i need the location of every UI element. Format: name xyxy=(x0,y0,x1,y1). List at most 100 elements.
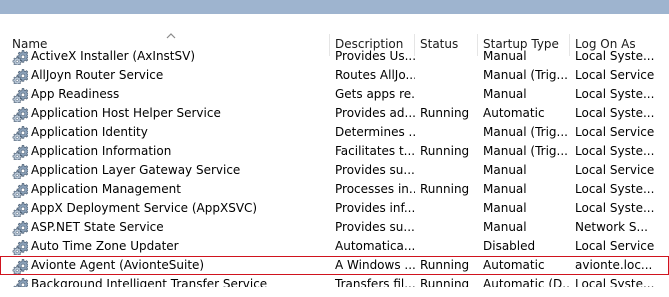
service-log-on-as: Local Service xyxy=(575,125,655,139)
service-name-cell: ActiveX Installer (AxInstSV) xyxy=(12,47,330,66)
service-name-cell: AllJoyn Router Service xyxy=(12,66,330,85)
service-status: Running xyxy=(420,258,470,272)
service-row[interactable]: ASP.NET State Service Provides su... Manua… xyxy=(0,218,669,237)
service-row[interactable]: Avionte Agent (AvionteSuite) A Windows ..… xyxy=(0,256,669,275)
service-row[interactable]: Application Identity Determines ... Manual… xyxy=(0,123,669,142)
gear-service-icon xyxy=(12,68,28,84)
column-header-row: Name Description Status Startup Type Log… xyxy=(0,14,669,56)
service-status: Running xyxy=(420,277,470,287)
service-name: Application Layer Gateway Service xyxy=(31,163,241,177)
service-description: Transfers fil... xyxy=(335,277,415,287)
service-description: Automatica... xyxy=(335,239,415,253)
service-status xyxy=(415,218,478,237)
gear-service-icon xyxy=(12,201,28,217)
service-startup-type: Manual xyxy=(483,201,527,215)
service-log-on-as: Local Service xyxy=(575,239,655,253)
service-name-cell: AppX Deployment Service (AppXSVC) xyxy=(12,199,330,218)
gear-service-icon xyxy=(12,182,28,198)
service-row[interactable]: Background Intelligent Transfer Service T… xyxy=(0,275,669,287)
gear-service-icon xyxy=(12,144,28,160)
gear-service-icon xyxy=(12,277,28,288)
service-name: App Readiness xyxy=(31,87,120,101)
service-name-cell: Avionte Agent (AvionteSuite) xyxy=(12,256,330,275)
service-description: Provides su... xyxy=(335,163,415,177)
service-row[interactable]: Application Host Helper Service Provides … xyxy=(0,104,669,123)
gear-service-icon xyxy=(12,106,28,122)
service-description: Gets apps re... xyxy=(335,87,415,101)
service-description: A Windows ... xyxy=(335,258,415,272)
service-description: Routes AllJo... xyxy=(335,68,415,82)
service-row[interactable]: AppX Deployment Service (AppXSVC) Provide… xyxy=(0,199,669,218)
service-description: Provides inf... xyxy=(335,201,415,215)
service-log-on-as: Local Syste... xyxy=(575,277,655,287)
service-log-on-as: avionte.loc... xyxy=(575,258,653,272)
service-name-cell: Background Intelligent Transfer Service xyxy=(12,275,330,287)
service-row[interactable]: Auto Time Zone Updater Automatica... Disab… xyxy=(0,237,669,256)
service-name-cell: ASP.NET State Service xyxy=(12,218,330,237)
service-name-cell: Application Management xyxy=(12,180,330,199)
service-name: Application Identity xyxy=(31,125,148,139)
service-description: Provides Us... xyxy=(335,49,415,63)
service-name-cell: Application Information xyxy=(12,142,330,161)
services-list: ActiveX Installer (AxInstSV) Provides Us.… xyxy=(0,47,669,287)
service-description: Provides su... xyxy=(335,220,415,234)
service-description: Provides ad... xyxy=(335,106,415,120)
service-startup-type: Manual xyxy=(483,87,527,101)
service-name: AllJoyn Router Service xyxy=(31,68,164,82)
service-startup-type: Manual xyxy=(483,163,527,177)
service-name-cell: Application Host Helper Service xyxy=(12,104,330,123)
service-status: Running xyxy=(420,144,470,158)
service-row[interactable]: Application Layer Gateway Service Provide… xyxy=(0,161,669,180)
service-log-on-as: Local Syste... xyxy=(575,49,655,63)
service-log-on-as: Local Service xyxy=(575,68,655,82)
service-name-cell: Auto Time Zone Updater xyxy=(12,237,330,256)
service-name: Background Intelligent Transfer Service xyxy=(31,277,268,287)
service-name: Auto Time Zone Updater xyxy=(31,239,179,253)
service-description: Determines ... xyxy=(335,125,415,139)
service-row[interactable]: Application Management Processes in... Run… xyxy=(0,180,669,199)
service-startup-type: Disabled xyxy=(483,239,536,253)
service-name: Application Management xyxy=(31,182,181,196)
service-description: Facilitates t... xyxy=(335,144,415,158)
service-startup-type: Manual (Trig... xyxy=(483,144,568,158)
service-status xyxy=(415,237,478,256)
gear-service-icon xyxy=(12,239,28,255)
service-row[interactable]: App Readiness Gets apps re... Manual Local … xyxy=(0,85,669,104)
service-startup-type: Manual xyxy=(483,182,527,196)
service-startup-type: Manual (Trig... xyxy=(483,68,568,82)
service-name-cell: App Readiness xyxy=(12,85,330,104)
gear-service-icon xyxy=(12,258,28,274)
service-status: Running xyxy=(420,182,470,196)
service-name: ActiveX Installer (AxInstSV) xyxy=(31,49,196,63)
service-row[interactable]: AllJoyn Router Service Routes AllJo... Man… xyxy=(0,66,669,85)
service-row[interactable]: ActiveX Installer (AxInstSV) Provides Us.… xyxy=(0,47,669,66)
service-status xyxy=(415,199,478,218)
gear-service-icon xyxy=(12,163,28,179)
service-name: Application Host Helper Service xyxy=(31,106,221,120)
service-startup-type: Automatic xyxy=(483,258,545,272)
service-status: Running xyxy=(420,106,470,120)
gear-service-icon xyxy=(12,87,28,103)
service-startup-type: Manual xyxy=(483,49,527,63)
service-log-on-as: Local Syste... xyxy=(575,87,655,101)
service-startup-type: Automatic (D... xyxy=(483,277,570,287)
service-row[interactable]: Application Information Facilitates t... R… xyxy=(0,142,669,161)
service-startup-type: Automatic xyxy=(483,106,545,120)
service-log-on-as: Local Syste... xyxy=(575,201,655,215)
service-description: Processes in... xyxy=(335,182,415,196)
service-name: ASP.NET State Service xyxy=(31,220,164,234)
service-status xyxy=(415,47,478,66)
service-name: Application Information xyxy=(31,144,172,158)
gear-service-icon xyxy=(12,49,28,65)
window-top-bar xyxy=(0,0,669,14)
service-startup-type: Manual (Trig... xyxy=(483,125,568,139)
service-startup-type: Manual xyxy=(483,220,527,234)
service-status xyxy=(415,85,478,104)
service-name-cell: Application Identity xyxy=(12,123,330,142)
service-log-on-as: Local Syste... xyxy=(575,106,655,120)
service-log-on-as: Local Service xyxy=(575,163,655,177)
service-name: AppX Deployment Service (AppXSVC) xyxy=(31,201,258,215)
service-log-on-as: Local Syste... xyxy=(575,182,655,196)
service-status xyxy=(415,123,478,142)
gear-service-icon xyxy=(12,220,28,236)
